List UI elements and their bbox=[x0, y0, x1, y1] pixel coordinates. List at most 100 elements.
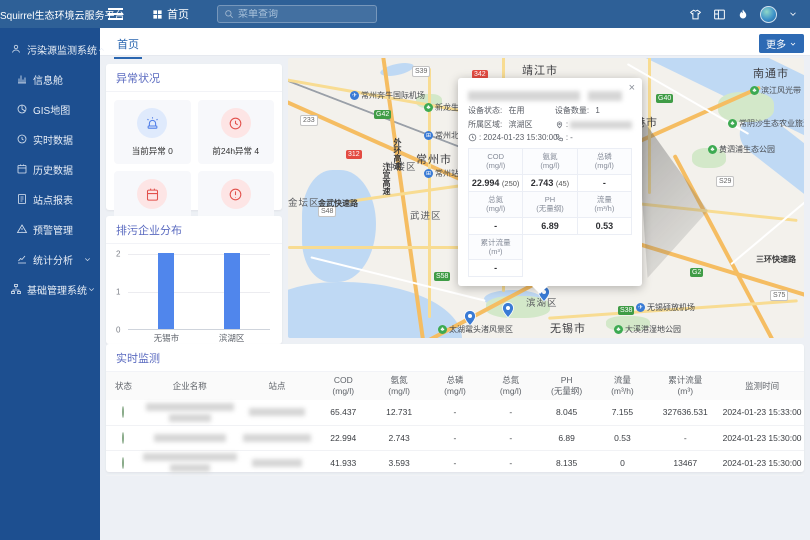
sidebar-item-label: 污染源监测系统 bbox=[27, 42, 97, 57]
sidebar-item[interactable]: 历史数据 bbox=[0, 154, 100, 184]
chevron-down-icon bbox=[789, 40, 797, 48]
sidebar-item[interactable]: 污染源监测系统 bbox=[0, 34, 100, 64]
map-marker-pin[interactable] bbox=[464, 310, 476, 326]
theme-skin-icon[interactable] bbox=[689, 8, 702, 21]
empty-cell bbox=[523, 260, 577, 277]
app-logo: Squirrel生态环境云服务平台 bbox=[0, 7, 100, 22]
gridline bbox=[128, 254, 270, 255]
reading-value: 22.994 (250) bbox=[469, 174, 523, 191]
gis-icon bbox=[16, 103, 28, 115]
sidebar-item[interactable]: 实时数据 bbox=[0, 124, 100, 154]
road-shield: 312 bbox=[346, 150, 362, 159]
reading-cell: 8.135 bbox=[539, 450, 595, 475]
top-header: Squirrel生态环境云服务平台 首页 bbox=[0, 0, 810, 28]
bar-chart: 012无锡市滨湖区 bbox=[128, 250, 274, 346]
chevron-down-icon[interactable] bbox=[788, 9, 798, 19]
sidebar-item[interactable]: GIS地图 bbox=[0, 94, 100, 124]
sidebar-item[interactable]: 统计分析 bbox=[0, 244, 100, 274]
tab-home[interactable]: 首页 bbox=[114, 33, 142, 59]
breadcrumb-home[interactable]: 首页 bbox=[152, 6, 189, 22]
column-header: 状态 bbox=[106, 372, 141, 400]
map-label: 外环高速 bbox=[392, 138, 403, 170]
layout-panels-icon[interactable] bbox=[713, 8, 726, 21]
y-tick-label: 2 bbox=[116, 250, 120, 259]
transport-poi-icon: ✈ bbox=[636, 303, 645, 312]
road-shield: G42 bbox=[374, 110, 391, 119]
reading-cell: 2024-01-23 15:30:00 bbox=[720, 425, 804, 450]
reading-header: 总磷(mg/l) bbox=[577, 149, 631, 175]
sidebar-item-label: 基础管理系统 bbox=[27, 282, 87, 297]
reading-cell: 65.437 bbox=[315, 400, 371, 425]
stat-card[interactable]: 前24h异常 4 bbox=[198, 100, 275, 164]
chart-plot: 012无锡市滨湖区 bbox=[128, 254, 270, 330]
reading-cell: 13467 bbox=[650, 450, 720, 475]
map-marker-pin[interactable] bbox=[502, 302, 514, 318]
sidebar-item[interactable]: 信息舱 bbox=[0, 64, 100, 94]
column-header: PH(无量纲) bbox=[539, 372, 595, 400]
column-header: COD(mg/l) bbox=[315, 372, 371, 400]
site-name-redacted bbox=[239, 400, 316, 425]
map[interactable]: × 设备状态: 在用 设备数量: 1 所属区域: 滨湖区 : :2024-0 bbox=[288, 58, 804, 338]
map-label: 靖江市 bbox=[522, 62, 558, 78]
status-indicator bbox=[122, 457, 124, 469]
park-poi-icon: ♣ bbox=[750, 86, 759, 95]
column-header: 累计流量(m³) bbox=[650, 372, 720, 400]
company-name-redacted bbox=[141, 425, 239, 450]
y-tick-label: 1 bbox=[116, 288, 120, 297]
map-label: 金坛区 bbox=[288, 195, 320, 209]
reading-header: 氨氮(mg/l) bbox=[523, 149, 577, 175]
reading-cell: 8.045 bbox=[539, 400, 595, 425]
road-shield: G40 bbox=[656, 94, 673, 103]
reading-cell: - bbox=[650, 425, 720, 450]
more-button[interactable]: 更多 bbox=[759, 34, 804, 53]
table-row[interactable]: 22.9942.743--6.890.53-2024-01-23 15:30:0… bbox=[106, 425, 804, 450]
map-popup: × 设备状态: 在用 设备数量: 1 所属区域: 滨湖区 : :2024-0 bbox=[458, 78, 642, 286]
close-icon[interactable]: × bbox=[629, 82, 635, 94]
reading-value: 2.743 (45) bbox=[523, 174, 577, 191]
empty-cell bbox=[577, 260, 631, 277]
company-name-redacted bbox=[141, 400, 239, 425]
map-label: 武进区 bbox=[410, 208, 442, 222]
calendar-icon bbox=[137, 179, 167, 209]
flame-icon[interactable] bbox=[737, 8, 749, 21]
stat-card-label: 前24h异常 4 bbox=[200, 145, 273, 157]
realtime-table: 状态企业名称站点COD(mg/l)氨氮(mg/l)总磷(mg/l)总氮(mg/l… bbox=[106, 372, 804, 476]
x-category-label: 滨湖区 bbox=[219, 332, 245, 344]
map-poi-label: ✈无锡硕放机场 bbox=[636, 302, 695, 313]
search-input[interactable] bbox=[238, 9, 370, 20]
reading-cell: 41.933 bbox=[315, 450, 371, 475]
main-content: 异常状况 当前异常 0前24h异常 4本月异常 74前24h未处理异常 4 排污… bbox=[100, 56, 810, 540]
chart-bar bbox=[158, 253, 174, 329]
map-poi-label: ♣黄泗浦生态公园 bbox=[708, 144, 775, 155]
reading-value: 6.89 bbox=[523, 217, 577, 234]
park-poi-icon: ♣ bbox=[614, 325, 623, 334]
avatar[interactable] bbox=[760, 6, 777, 23]
sidebar-item[interactable]: 站点报表 bbox=[0, 184, 100, 214]
clock-icon bbox=[468, 133, 477, 142]
sidebar-item[interactable]: 预警管理 bbox=[0, 214, 100, 244]
breadcrumb-label: 首页 bbox=[167, 6, 189, 22]
stats-icon bbox=[16, 253, 28, 265]
sidebar-menu: 污染源监测系统信息舱GIS地图实时数据历史数据站点报表预警管理统计分析基础管理系… bbox=[0, 28, 100, 540]
chevron-down-icon bbox=[87, 285, 96, 294]
y-tick-label: 0 bbox=[116, 326, 120, 335]
hamburger-menu-icon[interactable] bbox=[108, 5, 138, 23]
empty-cell bbox=[523, 234, 577, 260]
road-shield: S39 bbox=[412, 66, 430, 77]
table-row[interactable]: 41.9333.593--8.1350134672024-01-23 15:30… bbox=[106, 450, 804, 475]
reading-header: COD(mg/l) bbox=[469, 149, 523, 175]
stat-card-label: 当前异常 0 bbox=[116, 145, 189, 157]
stat-card[interactable]: 当前异常 0 bbox=[114, 100, 191, 164]
abnormal-status-title: 异常状况 bbox=[106, 64, 282, 92]
sidebar-item[interactable]: 基础管理系统 bbox=[0, 274, 100, 304]
map-label: 江宜高速 bbox=[381, 163, 392, 195]
table-row[interactable]: 65.43712.731--8.0457.155327636.5312024-0… bbox=[106, 400, 804, 425]
park-poi-icon: ♣ bbox=[438, 325, 447, 334]
map-poi-label: ♣大溪港湿地公园 bbox=[614, 324, 681, 335]
bars-icon bbox=[16, 73, 28, 85]
road-shield: S38 bbox=[618, 306, 634, 315]
chevron-down-icon bbox=[83, 255, 92, 264]
reading-cell: - bbox=[483, 400, 539, 425]
location-pin-icon bbox=[555, 120, 564, 129]
enterprise-distribution-panel: 排污企业分布 012无锡市滨湖区 bbox=[106, 216, 282, 344]
